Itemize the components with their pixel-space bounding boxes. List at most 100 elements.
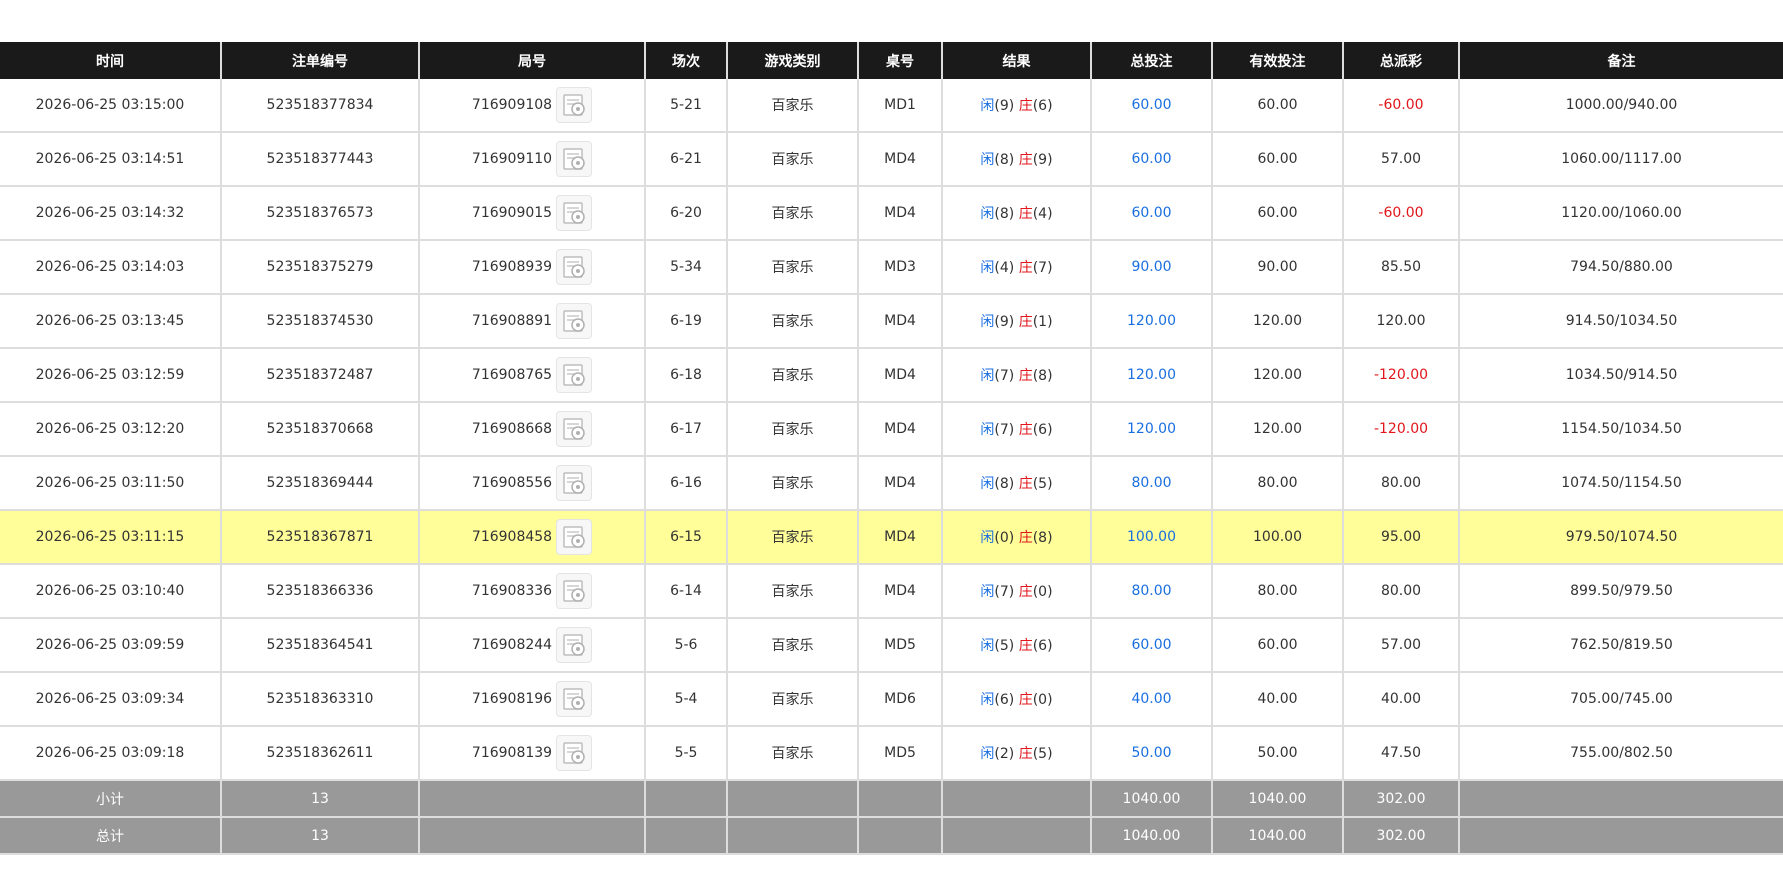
subtotal-label: 小计 bbox=[0, 780, 222, 818]
cell-round-no: 716908556 bbox=[419, 456, 646, 511]
video-replay-icon[interactable] bbox=[556, 141, 593, 177]
total-empty bbox=[942, 817, 1092, 855]
result-player-score: (9) bbox=[994, 98, 1015, 114]
cell-valid-bet: 60.00 bbox=[1212, 79, 1344, 133]
result-player-score: (7) bbox=[994, 422, 1015, 438]
cell-time: 2026-06-25 03:14:32 bbox=[0, 186, 222, 241]
cell-round-no: 716909108 bbox=[419, 79, 646, 133]
cell-valid-bet: 90.00 bbox=[1212, 240, 1344, 295]
result-banker-score: (6) bbox=[1032, 98, 1053, 114]
cell-payout: 57.00 bbox=[1343, 618, 1460, 673]
cell-remark: 1000.00/940.00 bbox=[1459, 79, 1783, 133]
cell-shoe: 6-21 bbox=[645, 132, 728, 187]
cell-result: 闲(6) 庄(0) bbox=[942, 672, 1092, 727]
result-banker-label: 庄 bbox=[1018, 260, 1033, 276]
cell-shoe: 5-34 bbox=[645, 240, 728, 295]
video-replay-icon[interactable] bbox=[556, 195, 593, 231]
cell-bet-id: 523518372487 bbox=[221, 348, 420, 403]
result-player-label: 闲 bbox=[980, 152, 995, 168]
cell-result: 闲(7) 庄(8) bbox=[942, 348, 1092, 403]
cell-remark: 899.50/979.50 bbox=[1459, 564, 1783, 619]
subtotal-empty bbox=[645, 780, 728, 818]
result-banker-label: 庄 bbox=[1018, 746, 1033, 762]
result-banker-label: 庄 bbox=[1018, 314, 1033, 330]
cell-result: 闲(9) 庄(6) bbox=[942, 79, 1092, 133]
video-replay-icon[interactable] bbox=[556, 87, 593, 123]
result-banker-score: (0) bbox=[1032, 584, 1053, 600]
round-no-text: 716909110 bbox=[471, 151, 553, 167]
table-body: 2026-06-25 03:15:00 523518377834 716909108… bbox=[0, 79, 1783, 781]
table-row: 2026-06-25 03:11:15 523518367871 716908458… bbox=[0, 510, 1783, 565]
video-replay-icon[interactable] bbox=[556, 519, 593, 555]
video-replay-icon[interactable] bbox=[556, 465, 593, 501]
video-replay-icon[interactable] bbox=[556, 357, 593, 393]
cell-game-type: 百家乐 bbox=[727, 672, 859, 727]
result-player-score: (8) bbox=[994, 206, 1015, 222]
header-table-no: 桌号 bbox=[858, 42, 943, 79]
cell-table-no: MD4 bbox=[858, 564, 943, 619]
table-row: 2026-06-25 03:09:59 523518364541 716908244… bbox=[0, 618, 1783, 673]
cell-valid-bet: 100.00 bbox=[1212, 510, 1344, 565]
header-remark: 备注 bbox=[1459, 42, 1783, 79]
cell-payout: 85.50 bbox=[1343, 240, 1460, 295]
round-no-text: 716908668 bbox=[471, 421, 553, 437]
table-row: 2026-06-25 03:12:20 523518370668 716908668… bbox=[0, 402, 1783, 457]
total-empty bbox=[1459, 817, 1783, 855]
cell-game-type: 百家乐 bbox=[727, 79, 859, 133]
cell-shoe: 6-17 bbox=[645, 402, 728, 457]
cell-remark: 705.00/745.00 bbox=[1459, 672, 1783, 727]
video-replay-icon[interactable] bbox=[556, 681, 593, 717]
cell-bet-id: 523518366336 bbox=[221, 564, 420, 619]
cell-game-type: 百家乐 bbox=[727, 726, 859, 781]
cell-time: 2026-06-25 03:15:00 bbox=[0, 79, 222, 133]
cell-round-no: 716908336 bbox=[419, 564, 646, 619]
cell-remark: 762.50/819.50 bbox=[1459, 618, 1783, 673]
cell-bet-id: 523518369444 bbox=[221, 456, 420, 511]
result-player-label: 闲 bbox=[980, 422, 995, 438]
video-replay-icon[interactable] bbox=[556, 573, 593, 609]
subtotal-valid-bet: 1040.00 bbox=[1212, 780, 1344, 818]
cell-total-bet: 100.00 bbox=[1091, 510, 1213, 565]
cell-shoe: 5-4 bbox=[645, 672, 728, 727]
video-replay-icon[interactable] bbox=[556, 411, 593, 447]
cell-round-no: 716908458 bbox=[419, 510, 646, 565]
header-time: 时间 bbox=[0, 42, 222, 79]
cell-table-no: MD4 bbox=[858, 402, 943, 457]
round-no-text: 716909015 bbox=[471, 205, 553, 221]
cell-result: 闲(0) 庄(8) bbox=[942, 510, 1092, 565]
table-row: 2026-06-25 03:13:45 523518374530 716908891… bbox=[0, 294, 1783, 349]
cell-game-type: 百家乐 bbox=[727, 240, 859, 295]
video-replay-icon[interactable] bbox=[556, 249, 593, 285]
cell-total-bet: 40.00 bbox=[1091, 672, 1213, 727]
cell-total-bet: 60.00 bbox=[1091, 618, 1213, 673]
video-replay-icon[interactable] bbox=[556, 735, 593, 771]
round-no-text: 716908939 bbox=[471, 259, 553, 275]
cell-total-bet: 60.00 bbox=[1091, 132, 1213, 187]
cell-round-no: 716908139 bbox=[419, 726, 646, 781]
total-total-bet: 1040.00 bbox=[1091, 817, 1213, 855]
header-shoe: 场次 bbox=[645, 42, 728, 79]
subtotal-empty bbox=[419, 780, 646, 818]
video-replay-icon[interactable] bbox=[556, 303, 593, 339]
cell-table-no: MD3 bbox=[858, 240, 943, 295]
table-row: 2026-06-25 03:12:59 523518372487 716908765… bbox=[0, 348, 1783, 403]
table-row: 2026-06-25 03:14:32 523518376573 716909015… bbox=[0, 186, 1783, 241]
cell-game-type: 百家乐 bbox=[727, 402, 859, 457]
bet-records-table: 时间 注单编号 局号 场次 游戏类别 桌号 结果 总投注 有效投注 总派彩 备注… bbox=[0, 42, 1783, 855]
cell-total-bet: 120.00 bbox=[1091, 294, 1213, 349]
round-no-text: 716908139 bbox=[471, 745, 553, 761]
subtotal-empty bbox=[727, 780, 859, 818]
cell-payout: 120.00 bbox=[1343, 294, 1460, 349]
video-replay-icon[interactable] bbox=[556, 627, 593, 663]
cell-time: 2026-06-25 03:12:59 bbox=[0, 348, 222, 403]
result-banker-label: 庄 bbox=[1018, 584, 1033, 600]
cell-total-bet: 50.00 bbox=[1091, 726, 1213, 781]
result-banker-score: (8) bbox=[1032, 368, 1053, 384]
cell-game-type: 百家乐 bbox=[727, 132, 859, 187]
cell-valid-bet: 40.00 bbox=[1212, 672, 1344, 727]
header-result: 结果 bbox=[942, 42, 1092, 79]
cell-bet-id: 523518364541 bbox=[221, 618, 420, 673]
result-banker-score: (7) bbox=[1032, 260, 1053, 276]
cell-payout: -60.00 bbox=[1343, 186, 1460, 241]
round-no-text: 716908765 bbox=[471, 367, 553, 383]
